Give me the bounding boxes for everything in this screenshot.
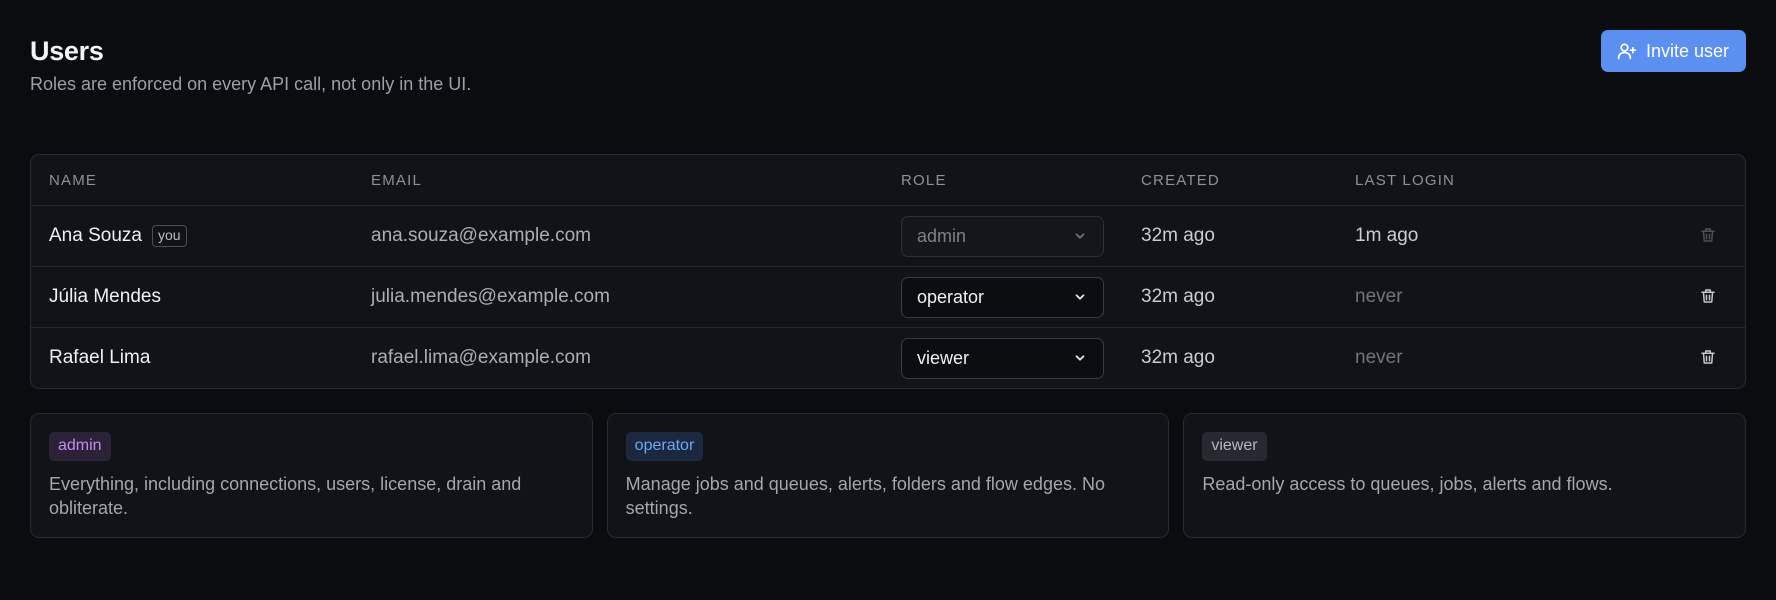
actions-cell — [1595, 348, 1745, 368]
chevron-down-icon — [1073, 290, 1087, 304]
users-table: NAME EMAIL ROLE CREATED LAST LOGIN Ana S… — [30, 154, 1746, 389]
invite-user-button[interactable]: Invite user — [1600, 30, 1746, 72]
role-select-value: viewer — [917, 347, 970, 368]
user-email: ana.souza@example.com — [371, 225, 591, 246]
created-value: 32m ago — [1141, 286, 1215, 307]
role-description: Read-only access to queues, jobs, alerts… — [1202, 474, 1613, 494]
page-title: Users — [30, 36, 104, 66]
trash-icon — [1699, 226, 1719, 246]
user-plus-icon — [1617, 41, 1637, 61]
role-pill-viewer: viewer — [1202, 432, 1267, 461]
user-name-cell: Ana Souza you — [31, 225, 371, 247]
role-cell: viewer — [901, 337, 1141, 379]
last-login-value: 1m ago — [1355, 225, 1419, 246]
role-card-admin: admin Everything, including connections,… — [30, 413, 593, 538]
trash-icon[interactable] — [1699, 287, 1719, 307]
you-badge: you — [151, 225, 187, 247]
user-email: julia.mendes@example.com — [371, 286, 610, 307]
chevron-down-icon — [1073, 351, 1087, 365]
created-value: 32m ago — [1141, 347, 1215, 368]
role-select-value: admin — [917, 225, 967, 246]
role-card-viewer: viewer Read-only access to queues, jobs,… — [1183, 413, 1747, 538]
user-name: Ana Souza — [49, 225, 142, 246]
user-name: Júlia Mendes — [49, 286, 161, 307]
table-header-row: NAME EMAIL ROLE CREATED LAST LOGIN — [31, 155, 1745, 205]
trash-icon[interactable] — [1699, 348, 1719, 368]
column-header-email: EMAIL — [371, 171, 423, 189]
role-cell: admin — [901, 215, 1141, 257]
role-card-operator: operator Manage jobs and queues, alerts,… — [606, 413, 1170, 538]
role-select-value: operator — [917, 286, 985, 307]
column-header-created: CREATED — [1141, 171, 1220, 189]
column-header-role: ROLE — [901, 171, 947, 189]
user-email: rafael.lima@example.com — [371, 347, 591, 368]
page-header: Users Roles are enforced on every API ca… — [30, 30, 1746, 124]
last-login-value: never — [1355, 347, 1403, 368]
role-select[interactable]: viewer — [901, 337, 1104, 379]
table-row: Rafael Lima rafael.lima@example.com view… — [31, 327, 1745, 388]
actions-cell — [1595, 287, 1745, 307]
created-value: 32m ago — [1141, 225, 1215, 246]
role-select: admin — [901, 215, 1104, 257]
table-row: Júlia Mendes julia.mendes@example.com op… — [31, 266, 1745, 327]
role-description: Everything, including connections, users… — [49, 474, 522, 518]
role-pill-admin: admin — [49, 432, 111, 461]
actions-cell — [1595, 226, 1745, 246]
role-description: Manage jobs and queues, alerts, folders … — [625, 474, 1105, 518]
user-name-cell: Rafael Lima — [31, 347, 371, 369]
role-pill-operator: operator — [625, 432, 704, 461]
role-descriptions: admin Everything, including connections,… — [30, 413, 1747, 538]
page-subtitle: Roles are enforced on every API call, no… — [30, 74, 472, 94]
role-cell: operator — [901, 276, 1141, 318]
table-row: Ana Souza you ana.souza@example.com admi… — [31, 205, 1745, 266]
chevron-down-icon — [1073, 229, 1087, 243]
invite-user-label: Invite user — [1645, 40, 1729, 61]
user-name-cell: Júlia Mendes — [31, 286, 371, 308]
column-header-last-login: LAST LOGIN — [1355, 171, 1456, 189]
role-select[interactable]: operator — [901, 276, 1104, 318]
column-header-name: NAME — [49, 171, 98, 189]
users-page: Users Roles are enforced on every API ca… — [0, 0, 1776, 600]
user-name: Rafael Lima — [49, 347, 151, 368]
last-login-value: never — [1355, 286, 1403, 307]
